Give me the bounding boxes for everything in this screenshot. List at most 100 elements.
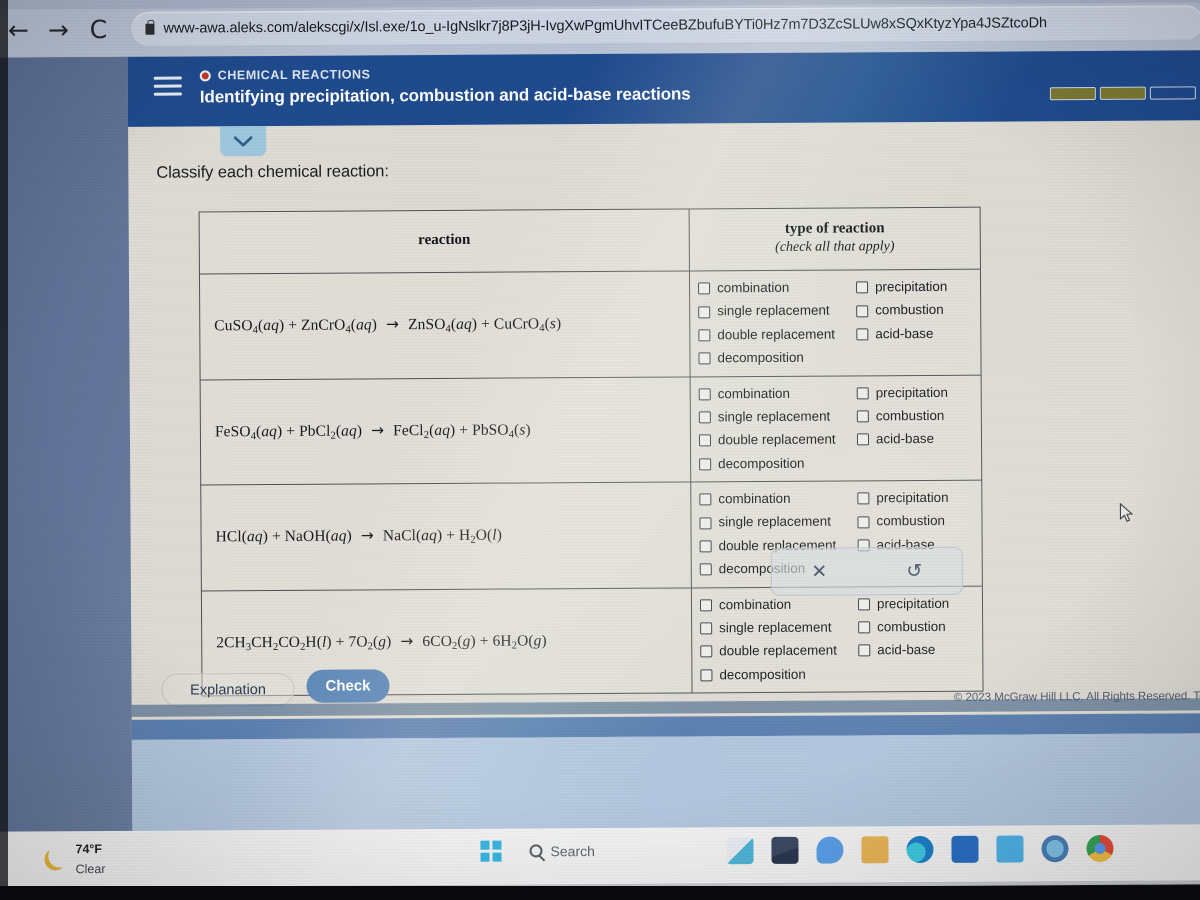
folder-icon[interactable] xyxy=(861,836,889,864)
checkbox-box[interactable] xyxy=(699,493,712,506)
checkbox-box[interactable] xyxy=(857,515,870,528)
checkbox-box[interactable] xyxy=(856,304,869,317)
checkbox-box[interactable] xyxy=(698,329,711,342)
hamburger-icon[interactable] xyxy=(146,76,190,96)
checkbox-box[interactable] xyxy=(698,282,711,295)
checkbox-label: decomposition xyxy=(718,455,805,471)
checkbox-box[interactable] xyxy=(700,645,713,658)
checkbox-box[interactable] xyxy=(857,598,871,611)
checkbox-combustion[interactable]: combustion xyxy=(856,299,976,322)
reaction-equation: CuSO4(aq) + ZnCrO4(aq) → ZnSO4(aq) + CuC… xyxy=(199,270,691,380)
file-explorer-icon[interactable] xyxy=(771,836,799,864)
microsoft-store-icon[interactable] xyxy=(951,835,979,863)
clear-answer-button[interactable]: ✕ xyxy=(772,548,867,595)
checkbox-box[interactable] xyxy=(858,621,871,634)
url-text: www-awa.aleks.com/alekscgi/x/Isl.exe/1o_… xyxy=(163,15,1047,37)
chrome-icon[interactable] xyxy=(1086,834,1114,863)
checkbox-label: decomposition xyxy=(717,349,804,366)
table-body: CuSO4(aq) + ZnCrO4(aq) → ZnSO4(aq) + CuC… xyxy=(199,269,984,696)
browser-nav-row: ← → C www-awa.aleks.com/alekscgi/x/Isl.e… xyxy=(0,0,1200,54)
checkbox-combination[interactable]: combination xyxy=(698,382,857,405)
explanation-button[interactable]: Explanation xyxy=(161,672,295,707)
checkbox-box[interactable] xyxy=(856,387,869,400)
check-button[interactable]: Check xyxy=(306,669,390,703)
checkbox-label: precipitation xyxy=(876,489,949,506)
forward-icon[interactable]: → xyxy=(45,15,71,44)
checkbox-precipitation[interactable]: precipitation xyxy=(856,381,977,404)
checkbox-box[interactable] xyxy=(857,492,870,505)
checkbox-box[interactable] xyxy=(699,599,713,612)
checkbox-combination[interactable]: combination xyxy=(699,487,857,510)
table-row: CuSO4(aq) + ZnCrO4(aq) → ZnSO4(aq) + CuC… xyxy=(199,269,982,380)
checkbox-precipitation[interactable]: precipitation xyxy=(857,487,977,510)
reaction-equation: FeSO4(aq) + PbCl2(aq) → FeCl2(aq) + PbSO… xyxy=(200,376,691,485)
checkbox-box[interactable] xyxy=(698,352,711,365)
checkbox-single-replacement[interactable]: single replacement xyxy=(699,511,857,534)
checkbox-box[interactable] xyxy=(699,540,712,553)
checkbox-box[interactable] xyxy=(856,433,870,446)
windows-start-icon[interactable] xyxy=(480,840,502,862)
checkbox-label: combination xyxy=(718,596,792,612)
checkbox-combination[interactable]: combination xyxy=(698,276,856,299)
bezel-bottom xyxy=(0,886,1200,900)
back-icon[interactable]: ← xyxy=(5,15,31,44)
checkbox-box[interactable] xyxy=(856,410,869,423)
widgets-icon[interactable] xyxy=(726,837,754,865)
checkbox-precipitation[interactable]: precipitation xyxy=(857,592,978,615)
checkbox-combustion[interactable]: combustion xyxy=(858,616,978,639)
reaction-classification-table: reaction type of reaction (check all tha… xyxy=(198,206,984,697)
search-label: Search xyxy=(550,842,595,859)
checkbox-box[interactable] xyxy=(698,388,711,401)
checkbox-double-replacement[interactable]: double replacement xyxy=(700,640,858,663)
checkbox-precipitation[interactable]: precipitation xyxy=(856,276,976,299)
checkbox-decomposition[interactable]: decomposition xyxy=(698,346,976,370)
reload-icon[interactable]: C xyxy=(85,15,111,44)
taskbar-search[interactable]: Search xyxy=(529,842,595,859)
desktop-left-margin xyxy=(0,56,133,838)
checkbox-decomposition[interactable]: decomposition xyxy=(699,451,977,475)
undo-button[interactable]: ↺ xyxy=(867,548,962,595)
progress-box-2 xyxy=(1099,86,1146,100)
checkbox-decomposition[interactable]: decomposition xyxy=(700,662,978,686)
checkbox-box[interactable] xyxy=(699,563,712,576)
checkbox-double-replacement[interactable]: double replacement xyxy=(698,323,856,346)
progress-box-1 xyxy=(1049,86,1096,101)
checkbox-box[interactable] xyxy=(699,458,712,471)
collapse-panel-toggle[interactable] xyxy=(220,126,267,157)
checkbox-box[interactable] xyxy=(699,516,712,529)
checkbox-single-replacement[interactable]: single replacement xyxy=(698,405,857,428)
onedrive-icon[interactable] xyxy=(1041,835,1069,863)
footer-lower-bar xyxy=(131,733,1200,837)
lock-icon xyxy=(145,23,155,35)
checkbox-box[interactable] xyxy=(856,281,869,294)
edge-icon[interactable] xyxy=(906,835,934,864)
equation-text: 2CH3CH2CO2H(l) + 7O2(g) → 6CO2(g) + 6H2O… xyxy=(216,631,547,653)
mail-icon[interactable] xyxy=(996,835,1024,863)
checkbox-single-replacement[interactable]: single replacement xyxy=(700,616,858,639)
checkbox-combustion[interactable]: combustion xyxy=(856,405,977,428)
checkbox-double-replacement[interactable]: double replacement xyxy=(698,429,857,452)
address-bar[interactable]: www-awa.aleks.com/alekscgi/x/Isl.exe/1o_… xyxy=(131,5,1200,46)
checkbox-combination[interactable]: combination xyxy=(699,593,858,616)
checkbox-box[interactable] xyxy=(698,411,711,424)
chat-icon[interactable] xyxy=(816,836,844,864)
checkbox-box[interactable] xyxy=(856,328,869,341)
column-header-type-sub: (check all that apply) xyxy=(775,239,895,255)
table-row: FeSO4(aq) + PbCl2(aq) → FeCl2(aq) + PbSO… xyxy=(200,374,982,485)
checkbox-label: precipitation xyxy=(875,278,948,295)
weather-widget[interactable]: 74°F Clear xyxy=(44,839,106,879)
checkbox-box[interactable] xyxy=(700,669,713,682)
checkbox-acid-base[interactable]: acid-base xyxy=(858,639,978,662)
checkbox-combustion[interactable]: combustion xyxy=(857,510,977,533)
checkbox-box[interactable] xyxy=(700,622,713,635)
checkbox-acid-base[interactable]: acid-base xyxy=(856,322,976,345)
reaction-type-options: combination precipitation single replaceme… xyxy=(690,374,982,482)
aleks-header: CHEMICAL REACTIONS Identifying precipita… xyxy=(127,50,1200,127)
checkbox-single-replacement[interactable]: single replacement xyxy=(698,300,856,323)
checkbox-box[interactable] xyxy=(698,305,711,318)
checkbox-box[interactable] xyxy=(698,434,712,447)
checkbox-box[interactable] xyxy=(858,644,871,657)
taskbar-app-icons xyxy=(726,834,1114,865)
checkbox-acid-base[interactable]: acid-base xyxy=(856,428,977,451)
checkbox-label: single replacement xyxy=(719,619,832,636)
